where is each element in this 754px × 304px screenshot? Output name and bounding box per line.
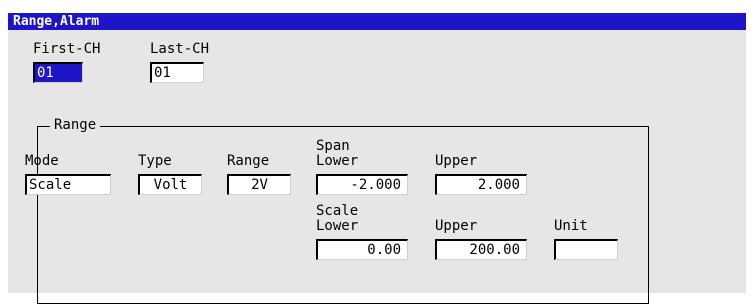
last-ch-value: 01 xyxy=(154,65,171,81)
window-title: Range,Alarm xyxy=(13,14,100,29)
last-ch-field[interactable]: 01 xyxy=(150,62,204,83)
type-value: Volt xyxy=(153,177,188,193)
scale-lower-field[interactable]: 0.00 xyxy=(316,239,408,260)
scale-label: Scale xyxy=(316,203,359,219)
first-ch-label: First-CH xyxy=(33,41,101,57)
type-label: Type xyxy=(138,153,172,169)
range-value: 2V xyxy=(251,177,268,193)
unit-label: Unit xyxy=(554,218,588,234)
title-bar: Range,Alarm xyxy=(8,13,746,30)
first-ch-field[interactable]: 01 xyxy=(33,62,83,83)
range-alarm-screen: Range,Alarm First-CH 01 Last-CH 01 Range… xyxy=(0,0,754,304)
span-lower-value: -2.000 xyxy=(350,177,401,193)
mode-field[interactable]: Scale xyxy=(25,174,111,195)
range-label: Range xyxy=(227,153,270,169)
range-group-legend: Range xyxy=(50,117,101,133)
settings-panel: First-CH 01 Last-CH 01 Range Mode Type R… xyxy=(8,30,746,304)
first-ch-value: 01 xyxy=(37,65,54,81)
mode-value: Scale xyxy=(29,177,72,193)
span-upper-field[interactable]: 2.000 xyxy=(435,174,527,195)
scale-upper-field[interactable]: 200.00 xyxy=(435,239,527,260)
scale-upper-value: 200.00 xyxy=(469,242,520,258)
span-upper-value: 2.000 xyxy=(477,177,520,193)
scale-upper-label: Upper xyxy=(435,218,478,234)
span-lower-label: Lower xyxy=(316,153,359,169)
last-ch-label: Last-CH xyxy=(150,41,210,57)
unit-field[interactable] xyxy=(554,239,618,260)
range-field[interactable]: 2V xyxy=(227,174,291,195)
mode-label: Mode xyxy=(25,153,59,169)
scale-lower-value: 0.00 xyxy=(367,242,401,258)
span-label: Span xyxy=(316,138,350,154)
span-lower-field[interactable]: -2.000 xyxy=(316,174,408,195)
scale-lower-label: Lower xyxy=(316,218,359,234)
type-field[interactable]: Volt xyxy=(138,174,202,195)
span-upper-label: Upper xyxy=(435,153,478,169)
